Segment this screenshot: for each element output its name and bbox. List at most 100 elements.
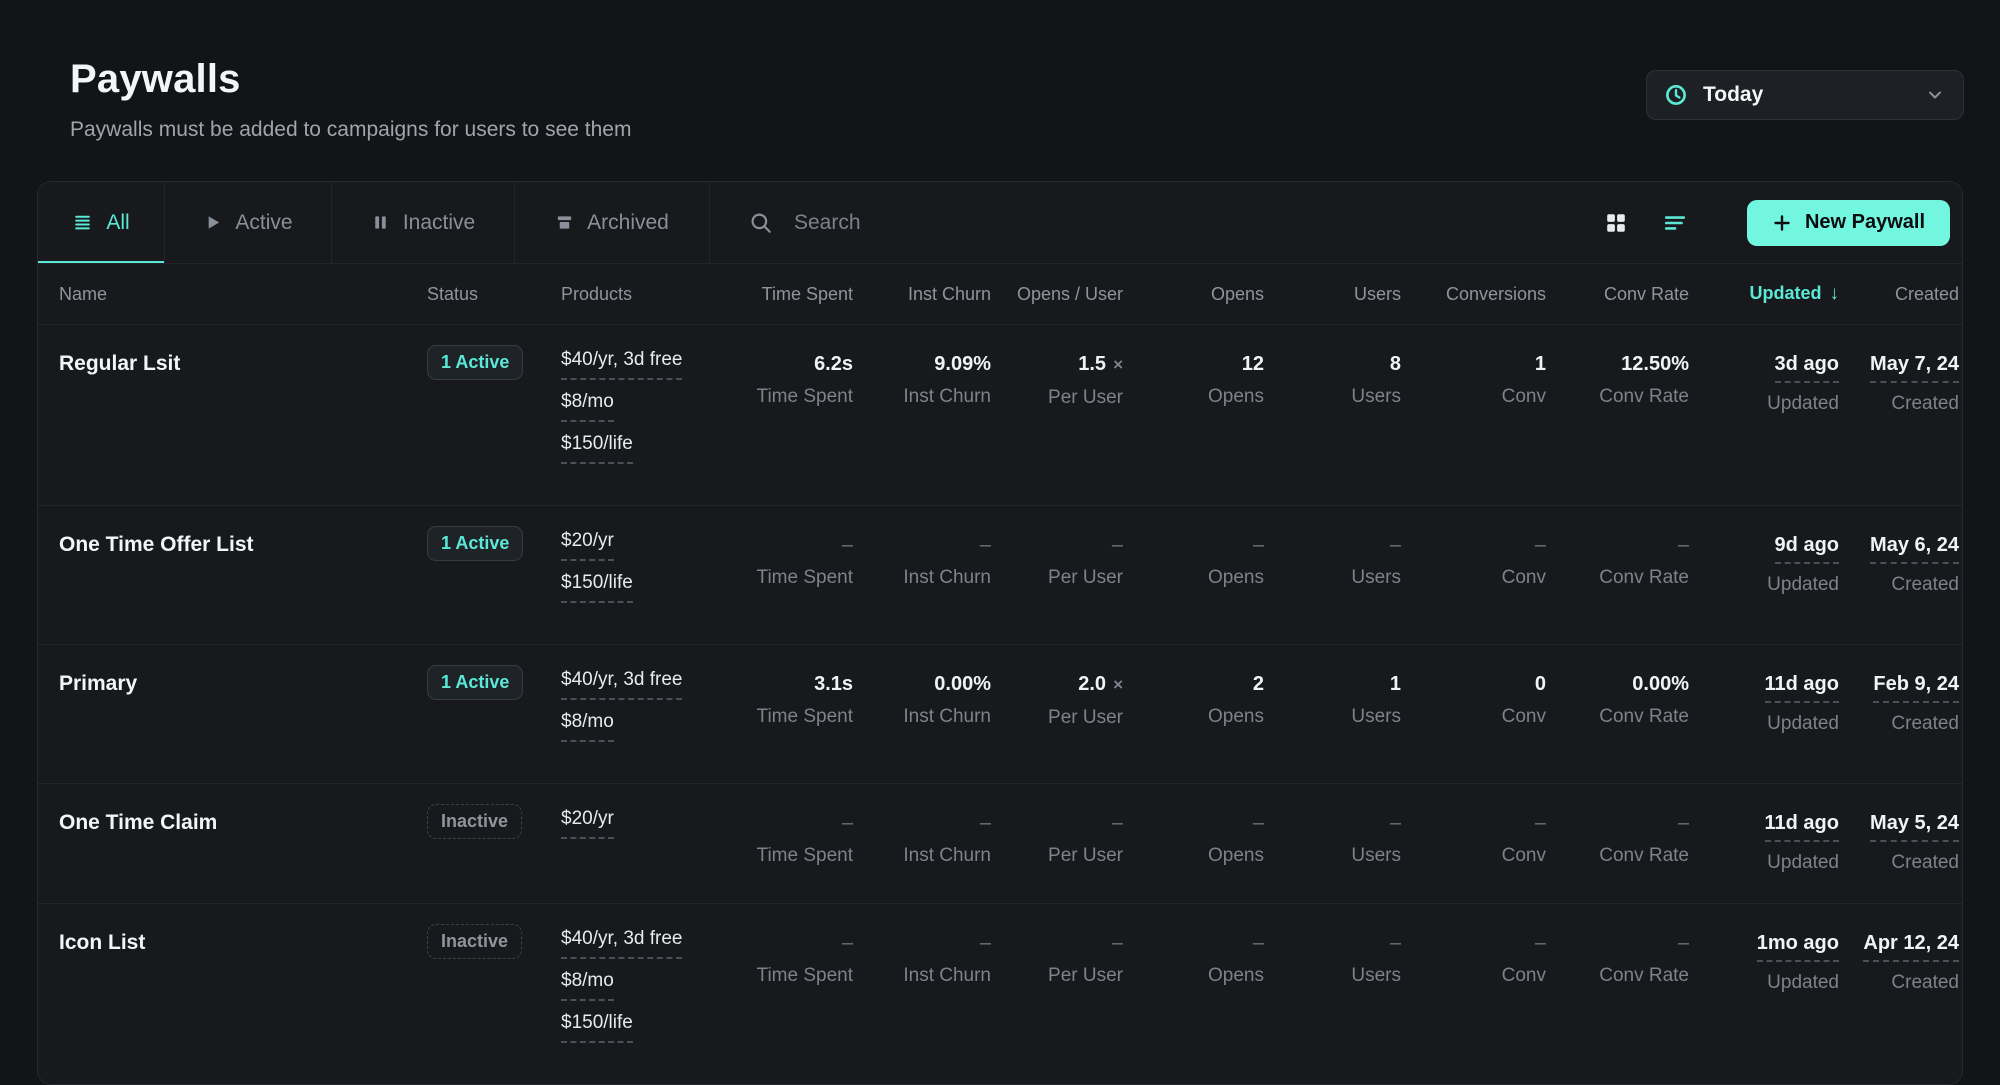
metric-value: 0 [1401, 672, 1546, 696]
metric-cell: –Users [1264, 811, 1401, 867]
metric-value: 1 [1401, 352, 1546, 376]
new-paywall-button[interactable]: New Paywall [1747, 200, 1950, 246]
col-header-conv-rate[interactable]: Conv Rate [1546, 284, 1689, 305]
updated-cell: 9d ago Updated [1689, 533, 1839, 596]
product-price: $8/mo [561, 391, 614, 422]
metric-value: – [1123, 811, 1264, 835]
tab-inactive-label: Inactive [403, 211, 475, 235]
col-header-name[interactable]: Name [59, 284, 427, 305]
list-view-button[interactable] [1659, 208, 1691, 238]
paywall-name: One Time Claim [59, 811, 217, 834]
metric-value: – [1546, 811, 1689, 835]
status-badge: 1 Active [427, 665, 523, 700]
metric-value: – [1264, 533, 1401, 557]
col-header-users[interactable]: Users [1264, 284, 1401, 305]
updated-cell: 11d agoUpdated [1689, 811, 1839, 874]
table-row[interactable]: Regular Lsit1 Active$40/yr, 3d free$8/mo… [38, 324, 1962, 505]
metric-label: Conv Rate [1546, 386, 1689, 408]
product-price: $40/yr, 3d free [561, 669, 682, 700]
metric-cell: – Conv Rate [1546, 533, 1689, 589]
col-header-updated-label: Updated [1750, 283, 1822, 303]
tab-inactive[interactable]: Inactive [332, 182, 515, 263]
metric-value: – [991, 931, 1123, 955]
updated-label: Updated [1689, 574, 1839, 596]
created-text: May 7, 24 [1870, 352, 1959, 383]
metric-cell: 12Opens [1123, 352, 1264, 408]
col-header-conversions[interactable]: Conversions [1401, 284, 1546, 305]
product-item: $8/mo [561, 970, 691, 1001]
metric-label: Per User [991, 387, 1123, 409]
search-icon [749, 211, 773, 235]
col-header-opens[interactable]: Opens [1123, 284, 1264, 305]
created-label: Created [1839, 713, 1959, 735]
metric-value: – [853, 533, 991, 557]
metric-label: Opens [1123, 965, 1264, 987]
product-item: $20/yr [561, 808, 691, 839]
metric-value: – [691, 533, 853, 557]
metric-label: Time Spent [691, 386, 853, 408]
name-cell: One Time Offer List [59, 533, 427, 557]
product-price: $8/mo [561, 711, 614, 742]
col-header-created[interactable]: Created [1839, 284, 1959, 305]
tab-active[interactable]: Active [165, 182, 332, 263]
col-header-status[interactable]: Status [427, 284, 561, 305]
table-row[interactable]: Primary1 Active$40/yr, 3d free$8/mo3.1sT… [38, 644, 1962, 783]
col-header-opens-user[interactable]: Opens / User [991, 284, 1123, 305]
metric-label: Opens [1123, 567, 1264, 589]
metric-cell: –Per User [991, 811, 1123, 867]
status-cell: 1 Active [427, 352, 561, 387]
metric-value: – [1546, 931, 1689, 955]
table-row[interactable]: Icon ListInactive$40/yr, 3d free$8/mo$15… [38, 903, 1962, 1084]
grid-view-icon [1605, 212, 1627, 234]
col-header-products[interactable]: Products [561, 284, 691, 305]
search-input[interactable] [792, 210, 1212, 236]
products-cell: $20/yr$150/life [561, 533, 691, 617]
product-price: $8/mo [561, 970, 614, 1001]
metric-cell: 6.2sTime Spent [691, 352, 853, 408]
metric-label: Conv Rate [1546, 567, 1689, 589]
metric-cell: –Inst Churn [853, 811, 991, 867]
metric-label: Per User [991, 845, 1123, 867]
multiplier-suffix: × [1113, 675, 1123, 694]
tab-archived[interactable]: Archived [515, 182, 710, 263]
status-cell: 1 Active [427, 672, 561, 707]
metric-label: Inst Churn [853, 386, 991, 408]
archive-icon [555, 213, 574, 232]
metric-cell: – Opens [1123, 811, 1264, 867]
col-header-updated[interactable]: Updated↓ [1689, 283, 1839, 305]
tab-all[interactable]: All [38, 182, 165, 263]
updated-cell: 1mo agoUpdated [1689, 931, 1839, 994]
status-badge: Inactive [427, 804, 522, 839]
metric-value: – [1546, 533, 1689, 557]
product-price: $40/yr, 3d free [561, 349, 682, 380]
status-cell: 1 Active [427, 533, 561, 568]
created-value: May 6, 24 [1839, 533, 1959, 564]
col-header-time-spent[interactable]: Time Spent [691, 284, 853, 305]
period-selector[interactable]: Today [1646, 70, 1964, 120]
product-price: $150/life [561, 572, 633, 603]
name-cell: Primary [59, 672, 427, 696]
clock-icon [1664, 83, 1688, 107]
metric-label: Conv Rate [1546, 845, 1689, 867]
col-header-inst-churn[interactable]: Inst Churn [853, 284, 991, 305]
updated-text: 11d ago [1765, 672, 1839, 703]
paywall-name: One Time Offer List [59, 533, 254, 556]
metric-cell: –Time Spent [691, 931, 853, 987]
metric-value: 0.00% [1546, 672, 1689, 696]
products-cell: $40/yr, 3d free$8/mo$150/life [561, 931, 691, 1057]
created-text: Apr 12, 24 [1863, 931, 1959, 962]
metric-cell: –Conv [1401, 533, 1546, 589]
metric-label: Opens [1123, 845, 1264, 867]
metric-value: 8 [1264, 352, 1401, 376]
metric-label: Per User [991, 567, 1123, 589]
pause-icon [371, 213, 390, 232]
created-label: Created [1839, 574, 1959, 596]
metric-label: Conv [1401, 965, 1546, 987]
grid-view-button[interactable] [1601, 208, 1631, 238]
created-value: May 7, 24 [1839, 352, 1959, 383]
table-row[interactable]: One Time Offer List 1 Active$20/yr$150/li… [38, 505, 1962, 644]
updated-value: 9d ago [1689, 533, 1839, 564]
metric-label: Conv Rate [1546, 706, 1689, 728]
table-row[interactable]: One Time ClaimInactive$20/yr–Time Spent–… [38, 783, 1962, 903]
products-cell: $40/yr, 3d free$8/mo$150/life [561, 352, 691, 478]
